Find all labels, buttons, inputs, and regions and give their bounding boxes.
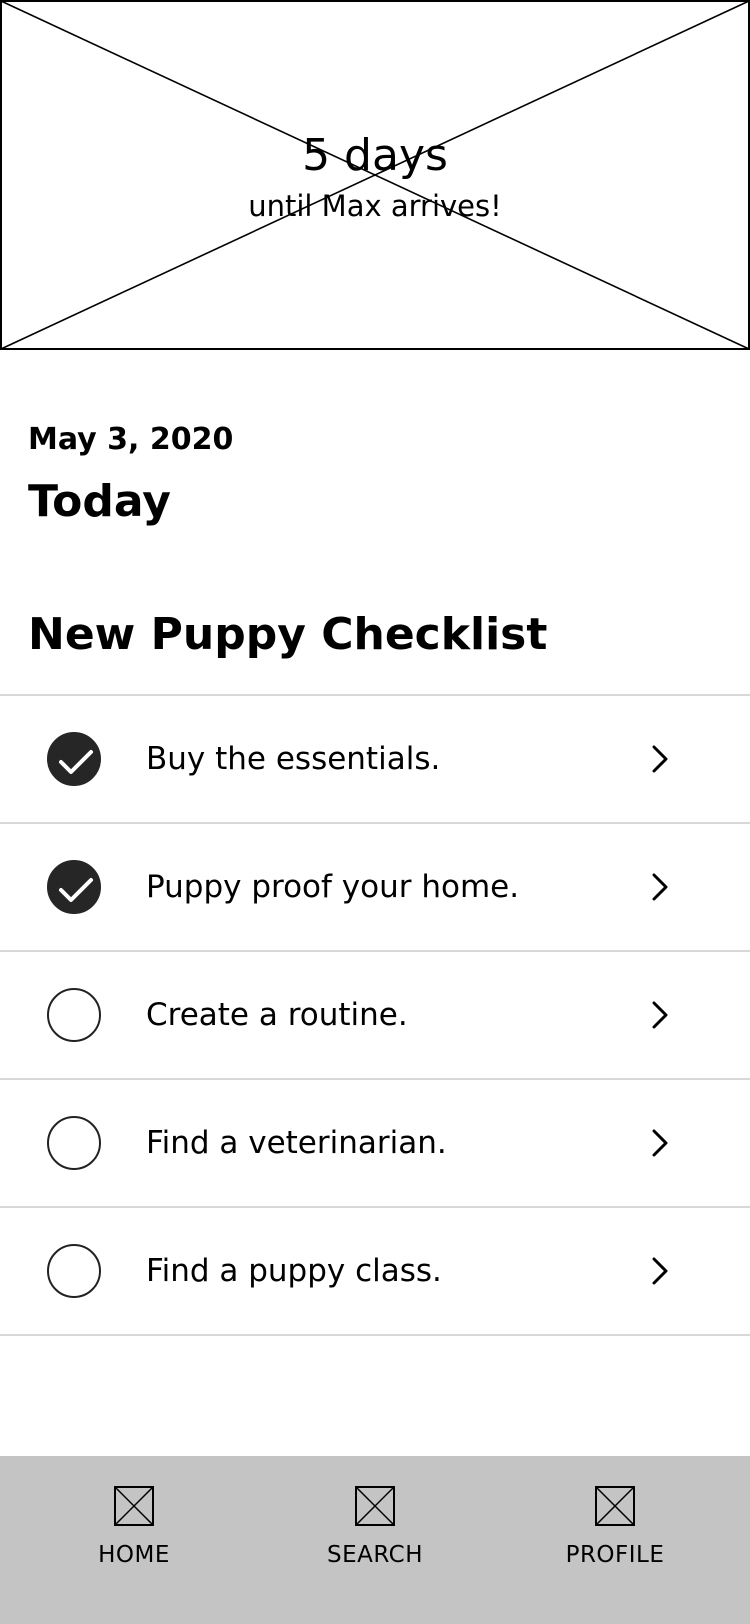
checklist-item-label: Find a veterinarian.: [146, 1125, 447, 1161]
nav-item-profile[interactable]: PROFILE: [515, 1456, 715, 1624]
bottom-nav: HOME SEARCH PROFILE: [0, 1456, 750, 1624]
countdown-subtitle: until Max arrives!: [248, 189, 502, 223]
checkmark-icon[interactable]: [47, 732, 101, 786]
checklist-title: New Puppy Checklist: [28, 609, 548, 660]
current-date: May 3, 2020: [28, 422, 234, 457]
nav-label-home: HOME: [98, 1542, 170, 1568]
checklist-item-puppy-proof[interactable]: Puppy proof your home.: [0, 824, 750, 952]
checklist-item-label: Puppy proof your home.: [146, 869, 520, 905]
chevron-right-icon: [652, 873, 668, 901]
image-placeholder-icon: [595, 1486, 635, 1526]
image-placeholder-icon: [355, 1486, 395, 1526]
empty-circle-icon[interactable]: [47, 1116, 101, 1170]
checkmark-icon[interactable]: [47, 860, 101, 914]
checklist-item-label: Buy the essentials.: [146, 741, 441, 777]
nav-label-profile: PROFILE: [565, 1542, 665, 1568]
chevron-right-icon: [652, 1129, 668, 1157]
checklist: Buy the essentials. Puppy proof your hom…: [0, 694, 750, 1336]
nav-item-home[interactable]: HOME: [34, 1456, 234, 1624]
image-placeholder-icon: [114, 1486, 154, 1526]
checklist-item-essentials[interactable]: Buy the essentials.: [0, 696, 750, 824]
empty-circle-icon[interactable]: [47, 988, 101, 1042]
checklist-item-label: Find a puppy class.: [146, 1253, 442, 1289]
chevron-right-icon: [652, 1001, 668, 1029]
checklist-item-label: Create a routine.: [146, 997, 408, 1033]
checklist-item-routine[interactable]: Create a routine.: [0, 952, 750, 1080]
checklist-item-puppy-class[interactable]: Find a puppy class.: [0, 1208, 750, 1336]
empty-circle-icon[interactable]: [47, 1244, 101, 1298]
nav-item-search[interactable]: SEARCH: [275, 1456, 475, 1624]
chevron-right-icon: [652, 1257, 668, 1285]
chevron-right-icon: [652, 745, 668, 773]
nav-label-search: SEARCH: [326, 1542, 424, 1568]
page-title: Today: [28, 476, 171, 527]
checklist-item-veterinarian[interactable]: Find a veterinarian.: [0, 1080, 750, 1208]
hero-banner: 5 days until Max arrives!: [0, 0, 750, 350]
countdown-days: 5 days: [302, 130, 448, 181]
